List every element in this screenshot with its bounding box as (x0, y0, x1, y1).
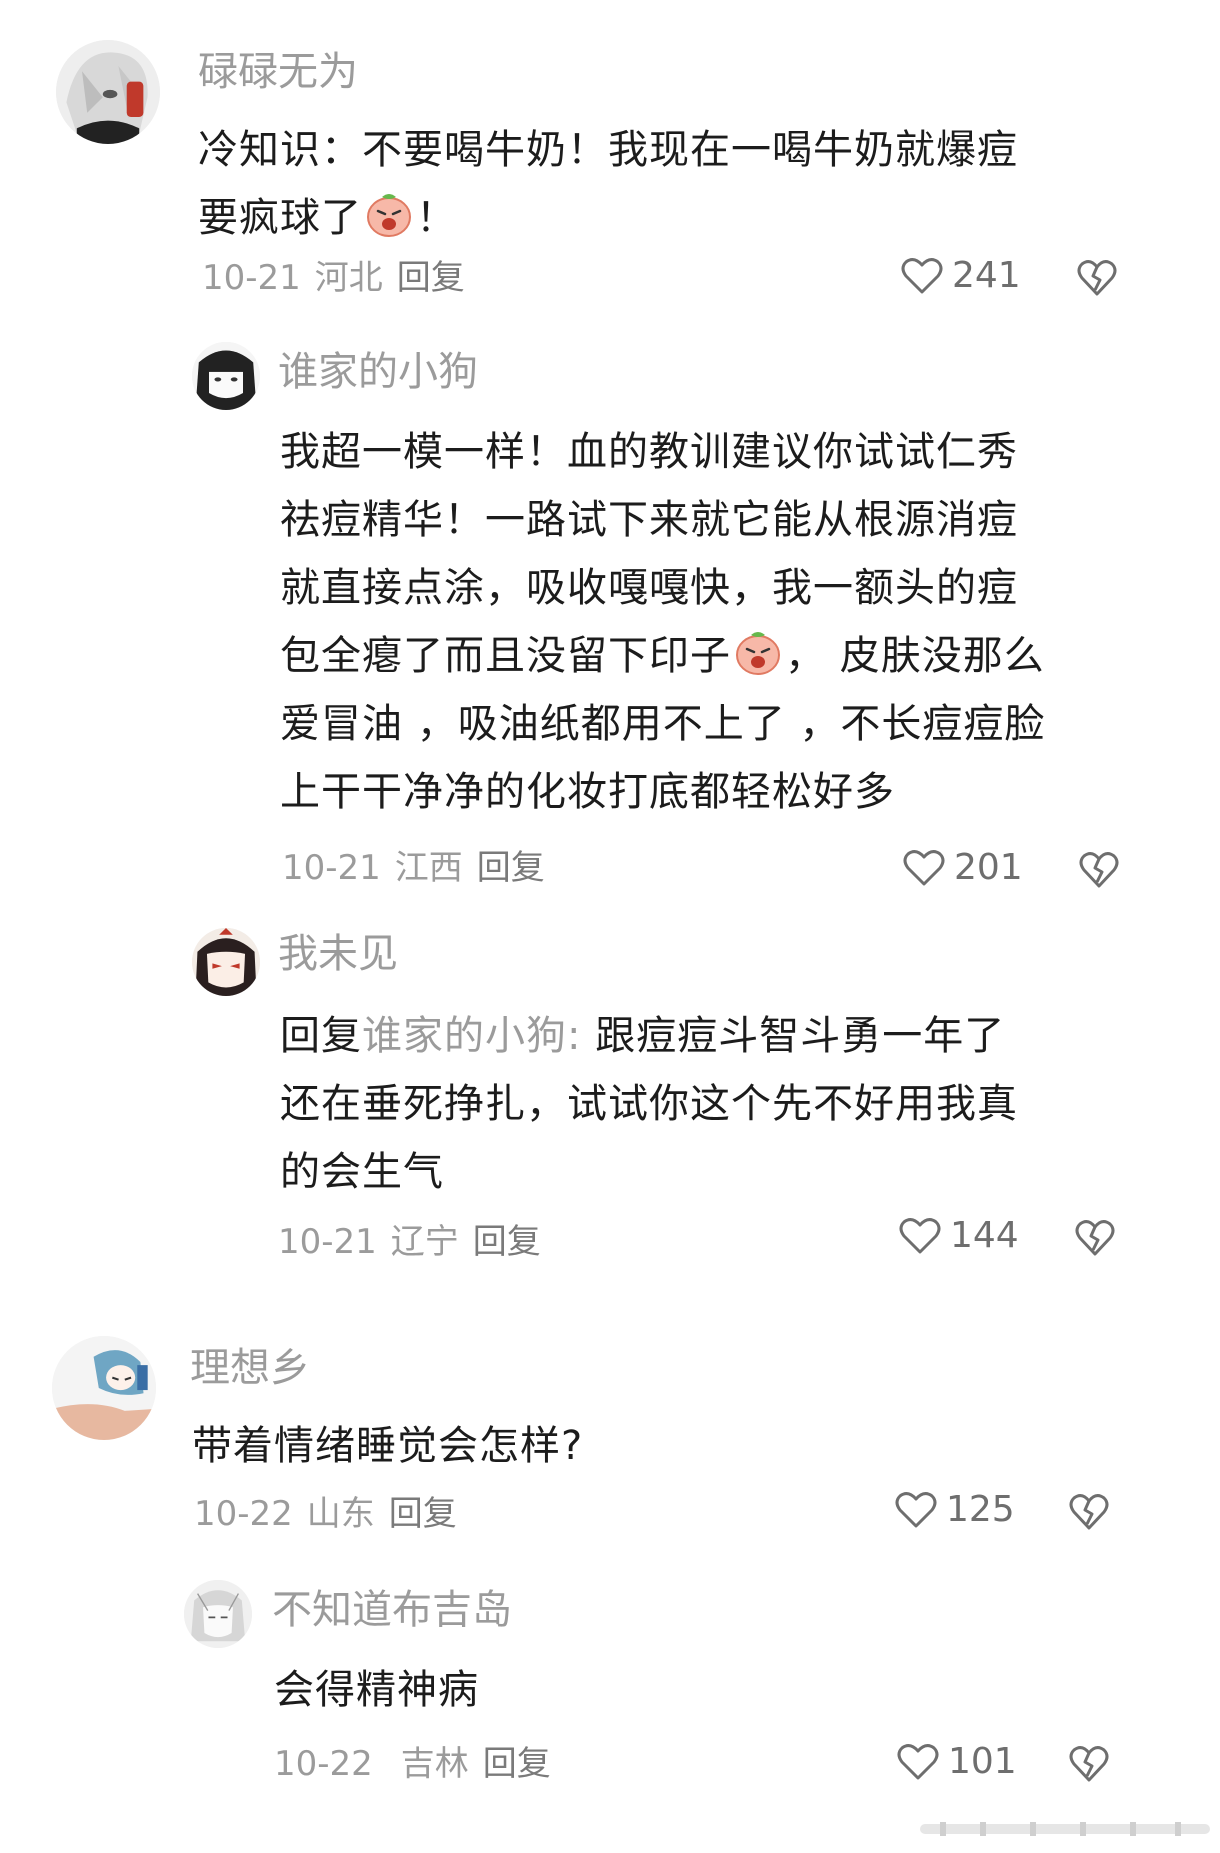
text-line: 爱冒油 ，吸油纸都用不上了 ，不长痘痘脸 (280, 701, 1046, 747)
comment-meta: 10-22 吉林 回复 (274, 1744, 565, 1784)
like-button[interactable]: 101 (896, 1742, 1017, 1782)
avatar[interactable] (56, 40, 160, 144)
heart-icon (901, 258, 943, 294)
text-segment: 包全瘪了而且没留下印子 (280, 633, 731, 679)
comment-text: 会得精神病 (274, 1656, 479, 1724)
text-line: 就直接点涂，吸收嘎嘎快，我一额头的痘 (280, 565, 1018, 611)
avatar[interactable] (52, 1336, 156, 1440)
username[interactable]: 谁家的小狗 (278, 348, 478, 396)
reply-target-username[interactable]: 谁家的小狗: (362, 1013, 581, 1059)
anime-sleeping-girl-avatar (52, 1336, 156, 1440)
like-count: 241 (952, 255, 1021, 296)
like-button[interactable]: 241 (900, 256, 1021, 296)
anime-white-hair-avatar (56, 40, 160, 144)
comment-date: 10-22 (194, 1494, 293, 1534)
like-count: 101 (948, 1741, 1017, 1782)
reply-prefix: 回复 (280, 1013, 362, 1059)
comment-meta: 10-22 山东 回复 (194, 1494, 471, 1534)
comment-meta: 10-21 辽宁 回复 (278, 1222, 555, 1262)
comment-date: 10-22 (274, 1744, 373, 1784)
broken-heart-icon (1075, 1220, 1115, 1256)
avatar[interactable] (184, 1580, 252, 1648)
username[interactable]: 不知道布吉岛 (272, 1586, 512, 1634)
text-segment: 跟痘痘斗智斗勇一年了 (595, 1013, 1006, 1059)
text-line: 回复谁家的小狗: 跟痘痘斗智斗勇一年了 (280, 1002, 1018, 1070)
comment-text: 带着情绪睡觉会怎样? (192, 1412, 583, 1480)
username[interactable]: 理想乡 (190, 1344, 310, 1392)
broken-heart-icon (1079, 852, 1119, 888)
dislike-button[interactable] (1076, 258, 1118, 298)
comment-text: 回复谁家的小狗: 跟痘痘斗智斗勇一年了 还在垂死挣扎，试试你这个先不好用我真 的… (280, 1002, 1018, 1206)
comment-text: 我超一模一样！血的教训建议你试试仁秀 祛痘精华！一路试下来就它能从根源消痘 就直… (280, 418, 1045, 826)
heart-icon (899, 1218, 941, 1254)
comment-date: 10-21 (278, 1222, 377, 1262)
text-line: 祛痘精华！一路试下来就它能从根源消痘 (280, 497, 1018, 543)
broken-heart-icon (1069, 1494, 1109, 1530)
text-line: 的会生气 (280, 1149, 444, 1195)
text-line: 带着情绪睡觉会怎样? (192, 1423, 584, 1469)
text-line: 上干干净净的化妆打底都轻松好多 (280, 769, 895, 815)
comment-location: 河北 (314, 258, 383, 298)
like-count: 125 (946, 1489, 1015, 1530)
reply-button[interactable]: 回复 (397, 258, 465, 298)
text-segment: 要疯球了 (198, 195, 362, 241)
text-line: 我超一模一样！血的教训建议你试试仁秀 (280, 429, 1018, 475)
reply-button[interactable]: 回复 (389, 1494, 457, 1534)
angry-face-emoji (736, 632, 780, 675)
angry-face-emoji (367, 194, 411, 237)
like-count: 201 (954, 847, 1023, 888)
anime-sketch-avatar (184, 1580, 252, 1648)
text-line: 要疯球了 ！ (198, 184, 1018, 252)
text-line: 会得精神病 (274, 1667, 479, 1713)
text-line: 包全瘪了而且没留下印子 ， 皮肤没那么 (280, 622, 1045, 690)
comment-meta: 10-21 江西 回复 (282, 848, 559, 888)
heart-icon (897, 1744, 939, 1780)
anime-red-eyes-avatar (192, 928, 260, 996)
comment-date: 10-21 (202, 258, 301, 298)
dislike-button[interactable] (1068, 1492, 1110, 1532)
reply-button[interactable]: 回复 (477, 848, 545, 888)
dislike-button[interactable] (1078, 850, 1120, 890)
like-button[interactable]: 144 (898, 1216, 1019, 1256)
comment-location: 吉林 (400, 1744, 469, 1784)
broken-heart-icon (1069, 1746, 1109, 1782)
comment-location: 山东 (306, 1494, 375, 1534)
like-button[interactable]: 125 (894, 1490, 1015, 1530)
text-segment: ， 皮肤没那么 (785, 633, 1045, 679)
comment-date: 10-21 (282, 848, 381, 888)
watermark-strip (920, 1818, 1210, 1840)
username[interactable]: 我未见 (278, 930, 398, 978)
heart-icon (895, 1492, 937, 1528)
reply-button[interactable]: 回复 (473, 1222, 541, 1262)
comment-location: 辽宁 (390, 1222, 459, 1262)
dislike-button[interactable] (1074, 1218, 1116, 1258)
text-line: 冷知识：不要喝牛奶！我现在一喝牛奶就爆痘 (198, 127, 1018, 173)
anime-black-hair-avatar (192, 342, 260, 410)
like-count: 144 (950, 1215, 1019, 1256)
reply-button[interactable]: 回复 (483, 1744, 551, 1784)
username[interactable]: 碌碌无为 (198, 48, 358, 96)
avatar[interactable] (192, 928, 260, 996)
comment-text: 冷知识：不要喝牛奶！我现在一喝牛奶就爆痘 要疯球了 ！ (198, 116, 1018, 252)
comment-meta: 10-21 河北 回复 (202, 258, 479, 298)
comment-location: 江西 (394, 848, 463, 888)
text-line: 还在垂死挣扎，试试你这个先不好用我真 (280, 1081, 1018, 1127)
like-button[interactable]: 201 (902, 848, 1023, 888)
text-segment: ！ (416, 195, 457, 241)
broken-heart-icon (1077, 260, 1117, 296)
heart-icon (903, 850, 945, 886)
dislike-button[interactable] (1068, 1744, 1110, 1784)
watermark-icon (920, 1822, 1210, 1836)
avatar[interactable] (192, 342, 260, 410)
